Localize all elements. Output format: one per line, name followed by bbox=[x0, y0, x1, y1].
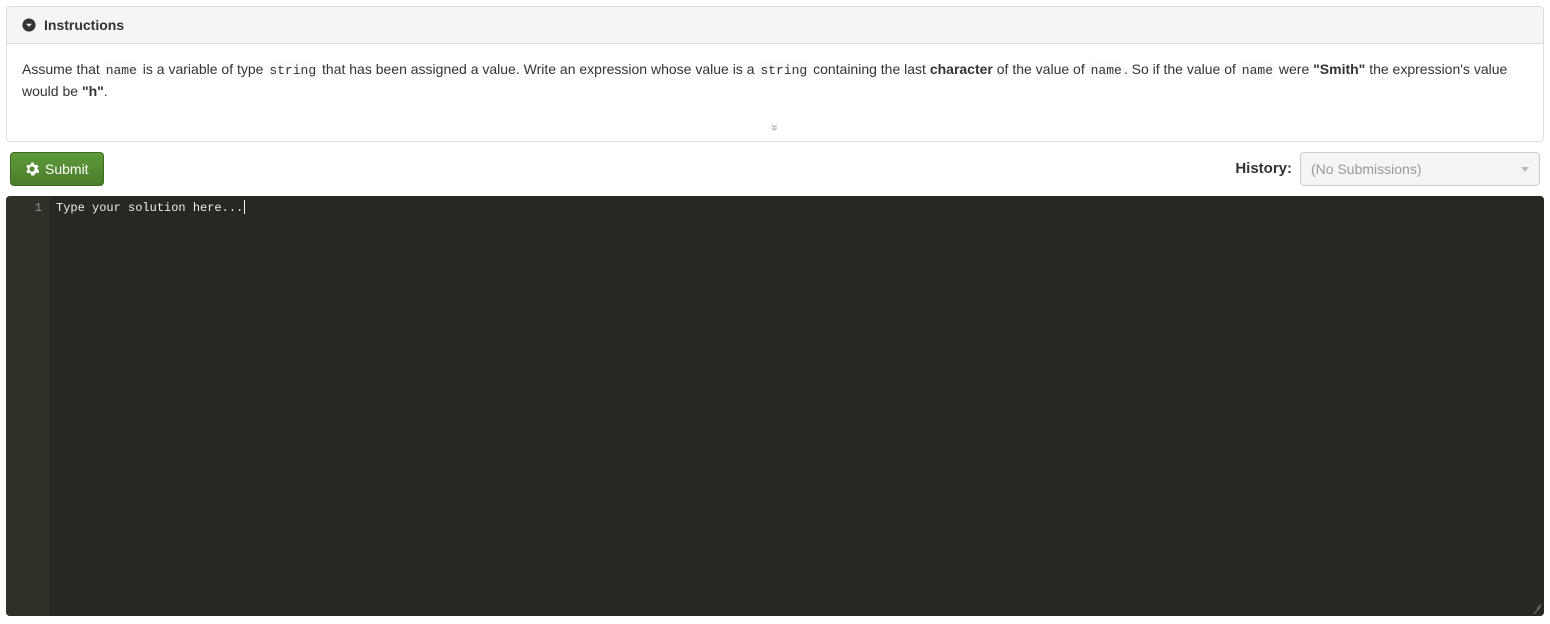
chevron-down-circle-icon bbox=[22, 18, 36, 32]
resize-grip[interactable] bbox=[1530, 602, 1542, 614]
code-editor[interactable]: 1 Type your solution here... bbox=[6, 196, 1544, 616]
instructions-body: Assume that name is a variable of type s… bbox=[7, 44, 1543, 117]
submit-label: Submit bbox=[45, 161, 89, 177]
instructions-title: Instructions bbox=[44, 17, 124, 33]
instructions-text: Assume that name is a variable of type s… bbox=[22, 59, 1528, 102]
history-group: History: (No Submissions) bbox=[1235, 152, 1540, 186]
code-area[interactable]: Type your solution here... bbox=[50, 196, 1544, 616]
gear-icon bbox=[25, 162, 39, 176]
code-placeholder: Type your solution here... bbox=[56, 201, 243, 215]
history-label: History: bbox=[1235, 160, 1292, 177]
instructions-expander[interactable]: » bbox=[7, 117, 1543, 141]
editor-wrap: 1 Type your solution here... bbox=[6, 196, 1544, 616]
expand-icon: » bbox=[768, 124, 782, 132]
history-selected-value: (No Submissions) bbox=[1311, 161, 1421, 177]
instructions-header[interactable]: Instructions bbox=[7, 7, 1543, 44]
line-number: 1 bbox=[10, 200, 42, 216]
editor-cursor bbox=[244, 200, 245, 214]
history-select[interactable]: (No Submissions) bbox=[1300, 152, 1540, 186]
instructions-panel: Instructions Assume that name is a varia… bbox=[6, 6, 1544, 142]
toolbar: Submit History: (No Submissions) bbox=[6, 146, 1544, 196]
editor-gutter: 1 bbox=[6, 196, 50, 616]
submit-button[interactable]: Submit bbox=[10, 152, 104, 186]
